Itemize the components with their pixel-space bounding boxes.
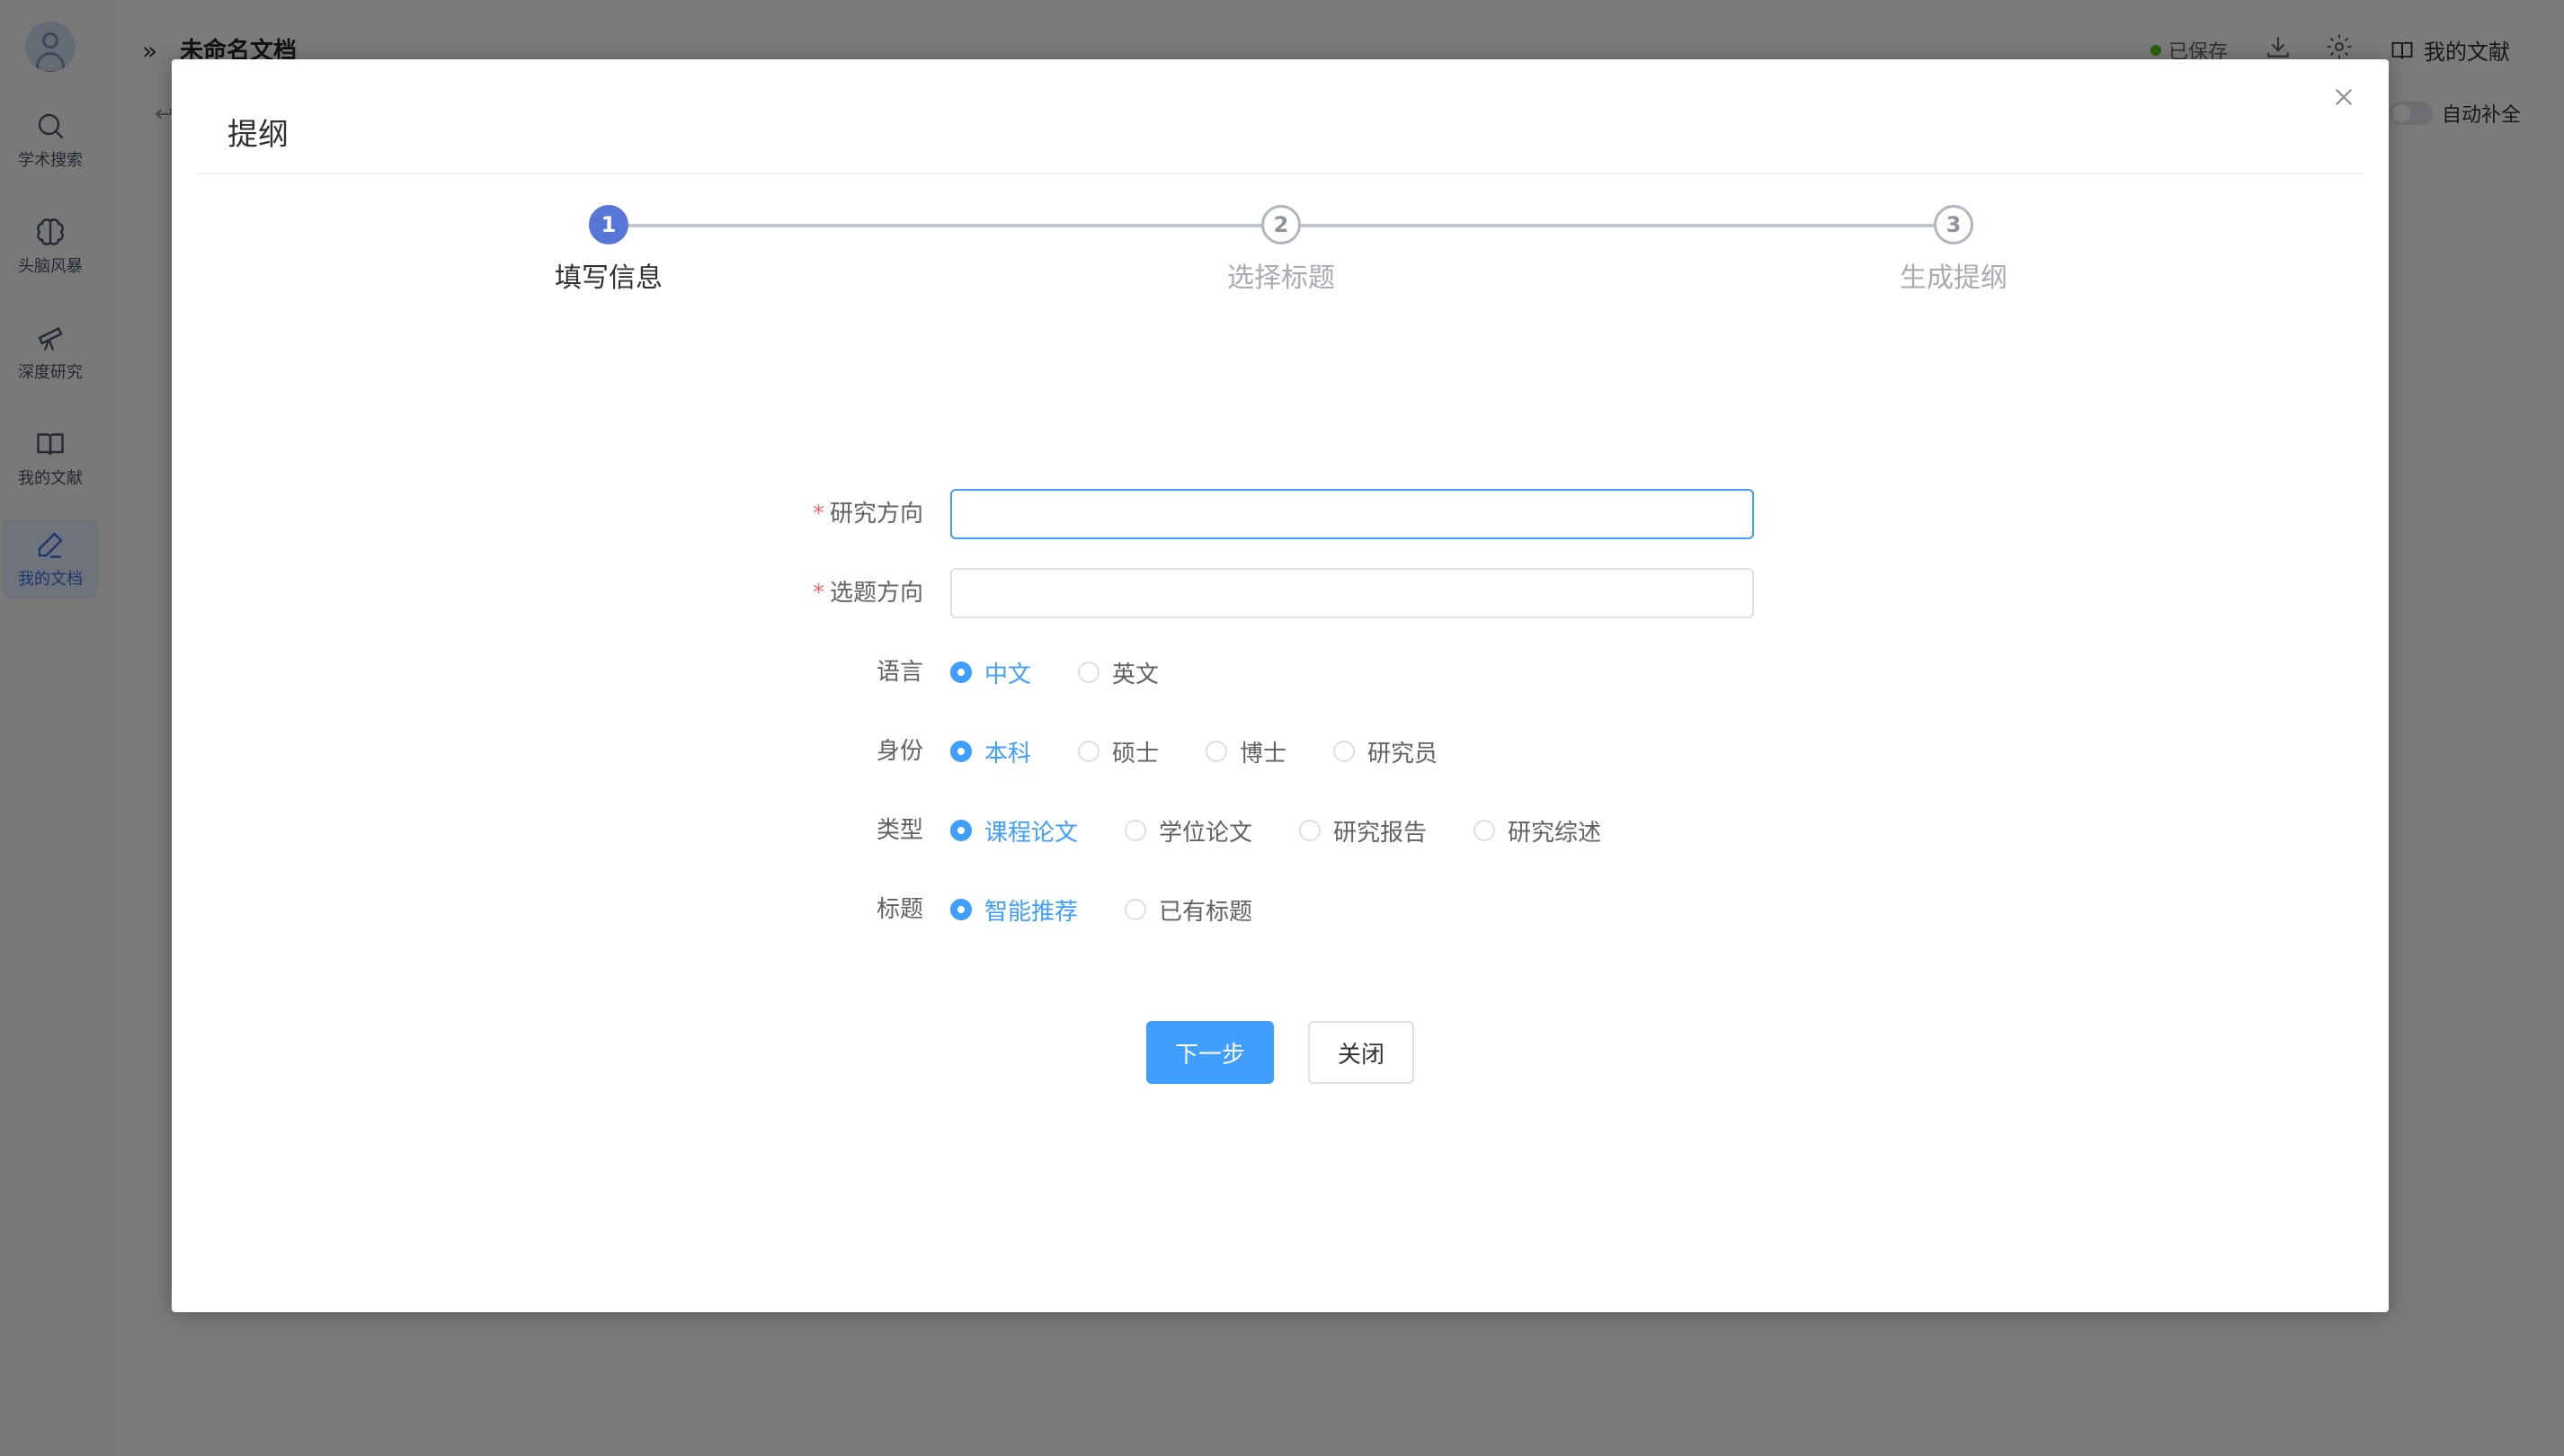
language-option-english[interactable]: 英文 [1078, 656, 1159, 689]
close-icon[interactable] [2326, 79, 2362, 115]
title-row: 标题 智能推荐 已有标题 [172, 884, 2389, 935]
step-connector [1301, 224, 1954, 227]
type-option-review[interactable]: 研究综述 [1473, 814, 1601, 848]
radio-icon [950, 820, 972, 841]
radio-icon [950, 661, 972, 683]
radio-icon [1125, 820, 1147, 841]
dialog-title: 提纲 [227, 117, 289, 153]
language-row: 语言 中文 英文 [172, 647, 2389, 697]
close-button[interactable]: 关闭 [1308, 1021, 1414, 1084]
radio-icon [1206, 741, 1228, 762]
step-2-circle: 2 [1261, 205, 1301, 244]
topic-direction-row: * 选题方向 [172, 568, 2389, 618]
identity-option-master[interactable]: 硕士 [1078, 735, 1159, 768]
type-row: 类型 课程论文 学位论文 研究报告 研究综述 [172, 805, 2389, 856]
type-label: 类型 [876, 817, 923, 844]
outline-dialog: 提纲 1 填写信息 2 选择标题 3 生成提纲 * 研究方向 * 选题方向 语言 中… [172, 59, 2389, 1312]
step-connector [628, 224, 1281, 227]
required-marker: * [812, 580, 824, 607]
identity-option-undergraduate[interactable]: 本科 [950, 735, 1031, 768]
radio-icon [950, 741, 972, 762]
step-1-circle: 1 [589, 205, 628, 244]
radio-icon [1078, 661, 1100, 683]
topic-direction-label: * 选题方向 [812, 580, 923, 607]
title-option-smart-recommend[interactable]: 智能推荐 [950, 893, 1078, 927]
title-option-existing-title[interactable]: 已有标题 [1125, 893, 1252, 927]
step-1-label: 填写信息 [555, 262, 663, 294]
step-3-circle: 3 [1934, 205, 1973, 244]
next-step-button[interactable]: 下一步 [1146, 1021, 1274, 1084]
radio-icon [1125, 899, 1147, 920]
required-marker: * [812, 501, 824, 528]
identity-option-doctor[interactable]: 博士 [1206, 735, 1286, 768]
language-radio-group: 中文 英文 [950, 647, 1206, 697]
type-option-research-report[interactable]: 研究报告 [1299, 814, 1427, 848]
identity-label: 身份 [876, 738, 923, 765]
type-radio-group: 课程论文 学位论文 研究报告 研究综述 [950, 805, 1648, 856]
radio-icon [1078, 741, 1100, 762]
language-label: 语言 [876, 659, 923, 686]
research-direction-input[interactable] [950, 489, 1754, 539]
research-direction-label: * 研究方向 [812, 501, 923, 528]
radio-icon [1473, 820, 1496, 841]
radio-icon [950, 899, 972, 920]
step-3-label: 生成提纲 [1900, 262, 2008, 294]
identity-row: 身份 本科 硕士 博士 研究员 [172, 726, 2389, 777]
identity-option-researcher[interactable]: 研究员 [1333, 735, 1438, 768]
radio-icon [1333, 741, 1356, 762]
topic-direction-input[interactable] [950, 568, 1754, 618]
type-option-course-paper[interactable]: 课程论文 [950, 814, 1078, 848]
radio-icon [1299, 820, 1322, 841]
research-direction-row: * 研究方向 [172, 489, 2389, 539]
type-option-thesis[interactable]: 学位论文 [1125, 814, 1252, 848]
identity-radio-group: 本科 硕士 博士 研究员 [950, 726, 1484, 777]
language-option-chinese[interactable]: 中文 [950, 656, 1031, 689]
step-2-label: 选择标题 [1227, 262, 1335, 294]
dialog-divider [197, 173, 2364, 174]
title-radio-group: 智能推荐 已有标题 [950, 884, 1299, 935]
title-label: 标题 [876, 896, 923, 923]
